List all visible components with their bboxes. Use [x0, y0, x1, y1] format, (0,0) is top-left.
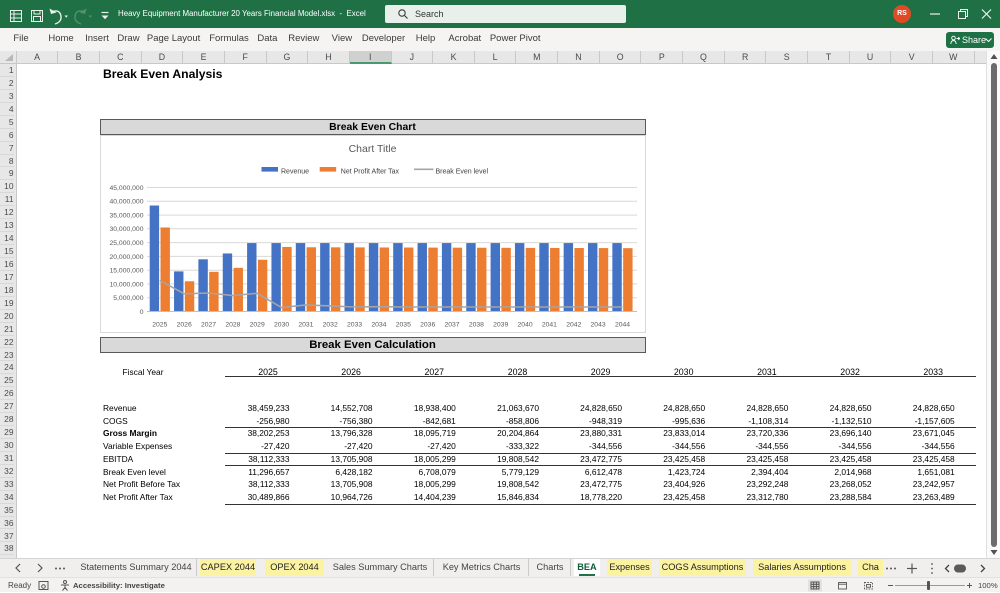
svg-text:2043: 2043 — [591, 322, 606, 329]
svg-text:45,000,000: 45,000,000 — [109, 185, 143, 192]
svg-text:Break Even level: Break Even level — [436, 169, 489, 176]
svg-text:Chart Title: Chart Title — [349, 143, 397, 155]
svg-text:25,000,000: 25,000,000 — [109, 240, 143, 247]
svg-text:2029: 2029 — [250, 322, 265, 329]
svg-text:2036: 2036 — [420, 322, 435, 329]
svg-text:2034: 2034 — [371, 322, 386, 329]
svg-text:0: 0 — [140, 309, 144, 316]
svg-text:2042: 2042 — [566, 322, 581, 329]
svg-text:10,000,000: 10,000,000 — [109, 281, 143, 288]
svg-text:2027: 2027 — [201, 322, 216, 329]
svg-text:2035: 2035 — [396, 322, 411, 329]
svg-text:2037: 2037 — [444, 322, 459, 329]
svg-text:Net Profit After Tax: Net Profit After Tax — [341, 169, 400, 176]
svg-text:35,000,000: 35,000,000 — [109, 213, 143, 220]
svg-text:Revenue: Revenue — [281, 169, 309, 176]
svg-text:20,000,000: 20,000,000 — [109, 254, 143, 261]
svg-text:2044: 2044 — [615, 322, 630, 329]
svg-text:30,000,000: 30,000,000 — [109, 226, 143, 233]
svg-text:2032: 2032 — [323, 322, 338, 329]
svg-text:2028: 2028 — [225, 322, 240, 329]
svg-text:2026: 2026 — [177, 322, 192, 329]
svg-text:2025: 2025 — [152, 322, 167, 329]
svg-text:40,000,000: 40,000,000 — [109, 199, 143, 206]
svg-text:2033: 2033 — [347, 322, 362, 329]
svg-text:2039: 2039 — [493, 322, 508, 329]
svg-text:5,000,000: 5,000,000 — [113, 295, 143, 302]
svg-text:2041: 2041 — [542, 322, 557, 329]
svg-text:2031: 2031 — [298, 322, 313, 329]
svg-text:2040: 2040 — [518, 322, 533, 329]
svg-text:2038: 2038 — [469, 322, 484, 329]
svg-text:2030: 2030 — [274, 322, 289, 329]
svg-text:15,000,000: 15,000,000 — [109, 268, 143, 275]
